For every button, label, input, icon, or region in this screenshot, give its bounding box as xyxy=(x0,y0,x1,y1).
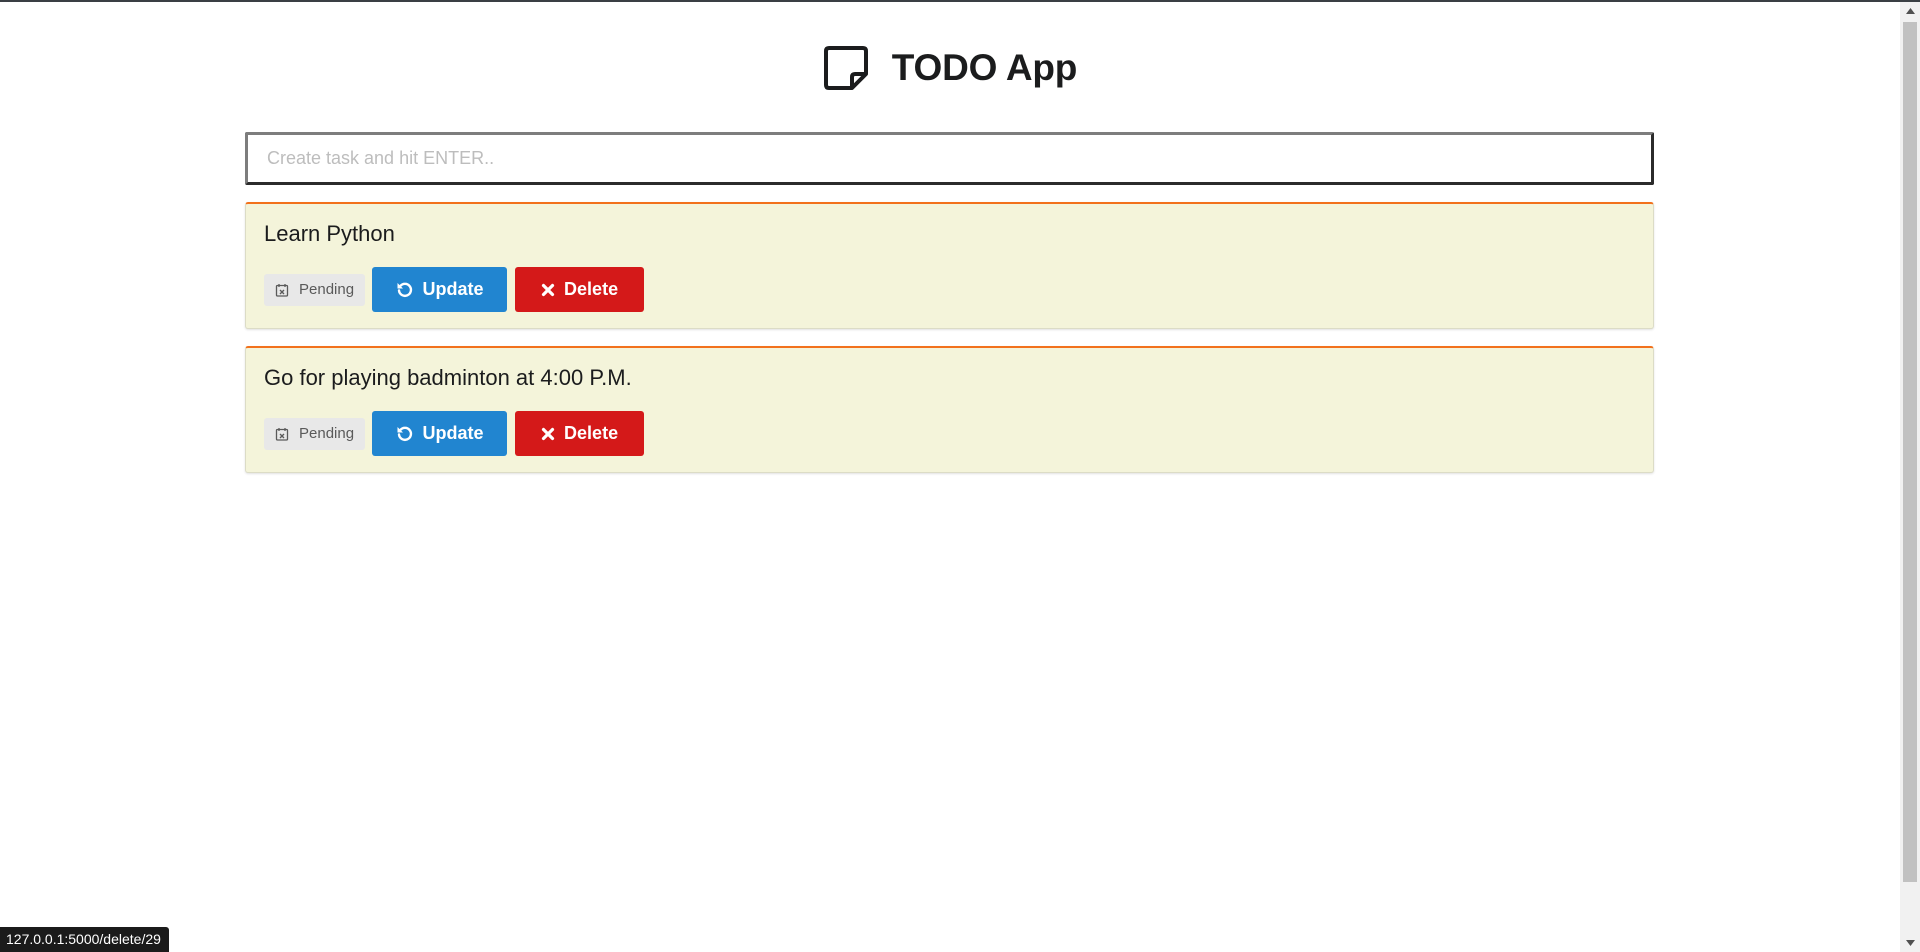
status-badge: Pending xyxy=(264,417,366,450)
link-status-bar: 127.0.0.1:5000/delete/29 xyxy=(0,927,169,952)
close-icon xyxy=(541,283,555,297)
app-header: TODO App xyxy=(245,2,1654,132)
task-title: Learn Python xyxy=(264,221,395,246)
app-title: TODO App xyxy=(891,46,1078,88)
update-button[interactable]: Update xyxy=(372,267,508,312)
delete-label: Delete xyxy=(564,423,619,443)
delete-button[interactable]: Delete xyxy=(515,267,645,312)
task-card: Learn Python Pending Update Delete xyxy=(245,202,1654,329)
status-badge: Pending xyxy=(264,273,366,306)
delete-label: Delete xyxy=(564,279,619,299)
task-input[interactable] xyxy=(245,132,1654,185)
scrollbar-thumb[interactable] xyxy=(1903,22,1917,882)
vertical-scrollbar[interactable] xyxy=(1900,2,1920,952)
todo-container: TODO App Learn Python xyxy=(245,2,1654,473)
status-text: Pending xyxy=(299,281,355,298)
delete-button[interactable]: Delete xyxy=(515,411,645,456)
status-text: Pending xyxy=(299,425,355,442)
undo-icon xyxy=(396,425,414,443)
calendar-x-icon xyxy=(275,283,289,297)
task-actions: Pending Update Delete xyxy=(264,411,1635,456)
task-list: Learn Python Pending Update Delete Go fo… xyxy=(245,202,1654,490)
scroll-down-arrow-icon[interactable] xyxy=(1900,934,1920,952)
scroll-up-arrow-icon[interactable] xyxy=(1900,2,1920,20)
browser-viewport: TODO App Learn Python xyxy=(0,0,1920,952)
calendar-x-icon xyxy=(275,427,289,441)
sticky-note-icon xyxy=(822,44,870,92)
close-icon xyxy=(541,427,555,441)
task-title: Go for playing badminton at 4:00 P.M. xyxy=(264,365,632,390)
task-actions: Pending Update Delete xyxy=(264,267,1635,312)
update-button[interactable]: Update xyxy=(372,411,508,456)
task-card: Go for playing badminton at 4:00 P.M. Pe… xyxy=(245,346,1654,473)
update-label: Update xyxy=(422,423,484,443)
update-label: Update xyxy=(422,279,484,299)
undo-icon xyxy=(396,281,414,299)
